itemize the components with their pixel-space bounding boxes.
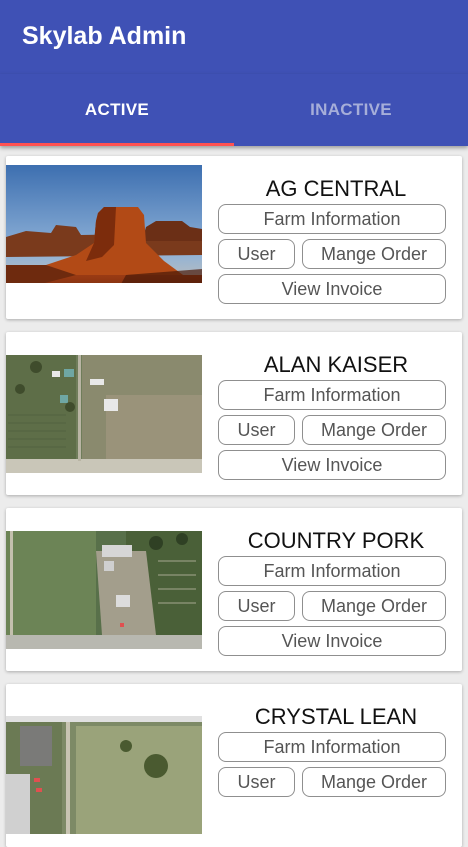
tab-bar: ACTIVE INACTIVE [0, 74, 468, 146]
farm-name: AG CENTRAL [265, 176, 407, 201]
tab-indicator [0, 143, 234, 146]
manage-order-button[interactable]: Mange Order [302, 239, 446, 269]
view-invoice-button[interactable]: View Invoice [218, 450, 446, 480]
farm-name: COUNTRY PORK [247, 528, 425, 553]
farm-image [6, 531, 202, 649]
manage-order-button[interactable]: Mange Order [302, 591, 446, 621]
farm-card: ALAN KAISER Farm Information User Mange … [6, 332, 462, 495]
tab-inactive[interactable]: INACTIVE [234, 74, 468, 146]
manage-order-button[interactable]: Mange Order [302, 767, 446, 797]
manage-order-button[interactable]: Mange Order [302, 415, 446, 445]
farm-card: COUNTRY PORK Farm Information User Mange… [6, 508, 462, 671]
farm-image [6, 355, 202, 473]
farm-name: ALAN KAISER [263, 352, 409, 377]
user-button[interactable]: User [218, 415, 295, 445]
farm-information-button[interactable]: Farm Information [218, 556, 446, 586]
farm-information-button[interactable]: Farm Information [218, 204, 446, 234]
farm-card: AG CENTRAL Farm Information User Mange O… [6, 156, 462, 319]
farm-name: CRYSTAL LEAN [254, 704, 418, 729]
user-button[interactable]: User [218, 239, 295, 269]
user-button[interactable]: User [218, 591, 295, 621]
view-invoice-button[interactable]: View Invoice [218, 626, 446, 656]
tab-active[interactable]: ACTIVE [0, 74, 234, 146]
view-invoice-button[interactable]: View Invoice [218, 274, 446, 304]
farm-information-button[interactable]: Farm Information [218, 732, 446, 762]
user-button[interactable]: User [218, 767, 295, 797]
farm-information-button[interactable]: Farm Information [218, 380, 446, 410]
app-title: Skylab Admin [22, 22, 187, 50]
farm-image [6, 165, 202, 283]
app-bar: Skylab Admin [0, 0, 468, 74]
farm-card: CRYSTAL LEAN Farm Information User Mange… [6, 684, 462, 847]
farm-image [6, 716, 202, 834]
